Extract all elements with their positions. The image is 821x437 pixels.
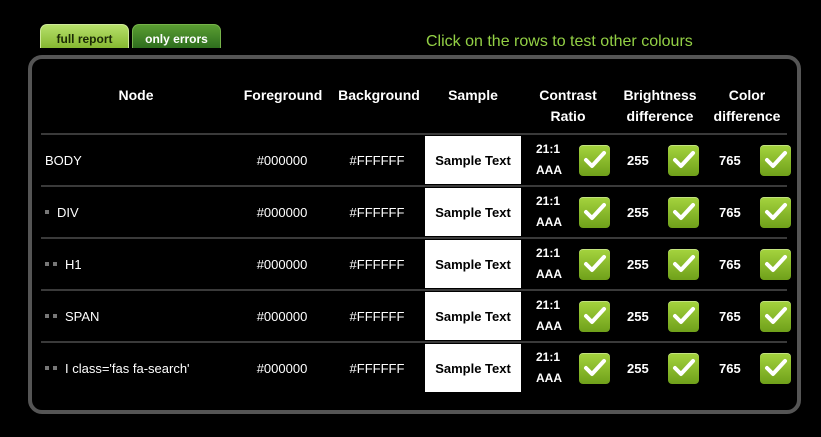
header-brightness-difference: Brightness difference	[623, 87, 697, 124]
node-cell: SPAN	[45, 291, 235, 341]
instruction-text: Click on the rows to test other colours	[426, 33, 693, 50]
color-difference-cell: 765	[709, 239, 791, 289]
table-row[interactable]: DIV #000000 #FFFFFF Sample Text 21:1 AAA 255 76…	[41, 187, 791, 237]
table-row[interactable]: SPAN #000000 #FFFFFF Sample Text 21:1 AAA 255 7…	[41, 291, 791, 341]
node-cell: I class='fas fa-search'	[45, 343, 235, 393]
contrast-ratio-value: 21:1	[536, 298, 561, 312]
node-cell: BODY	[45, 135, 235, 185]
checkmark-icon	[668, 144, 699, 176]
checkmark-icon	[760, 144, 791, 176]
results-table: Node Foreground Background Sample Contra…	[28, 55, 801, 414]
contrast-ratio-cell: 21:1 AAA	[526, 291, 610, 341]
background-value: #FFFFFF	[349, 308, 405, 324]
contrast-ratio-value: 21:1	[536, 246, 561, 260]
wcag-level: AAA	[536, 267, 562, 281]
checkmark-icon	[579, 352, 610, 384]
header-color-difference: Color difference	[713, 87, 781, 124]
color-difference-cell: 765	[709, 291, 791, 341]
checkmark-icon	[579, 300, 610, 332]
header-foreground: Foreground	[243, 87, 323, 103]
contrast-ratio-cell: 21:1 AAA	[526, 135, 610, 185]
table-row[interactable]: I class='fas fa-search' #000000 #FFFFFF Sam…	[41, 343, 791, 393]
checkmark-icon	[668, 300, 699, 332]
color-difference-value: 765	[719, 256, 741, 272]
node-name: SPAN	[65, 308, 100, 324]
background-value: #FFFFFF	[349, 360, 405, 376]
table-row[interactable]: BODY #000000 #FFFFFF Sample Text 21:1 AAA 255 7…	[41, 135, 791, 185]
color-difference-cell: 765	[709, 187, 791, 237]
brightness-value: 255	[627, 152, 649, 168]
checkmark-icon	[760, 300, 791, 332]
contrast-ratio-cell: 21:1 AAA	[526, 187, 610, 237]
brightness-cell: 255	[617, 343, 699, 393]
color-difference-value: 765	[719, 204, 741, 220]
wcag-level: AAA	[536, 215, 562, 229]
indent-marker	[53, 366, 57, 370]
node-name: DIV	[57, 204, 79, 220]
header-node: Node	[118, 87, 154, 103]
checkmark-icon	[668, 352, 699, 384]
wcag-level: AAA	[536, 371, 562, 385]
header-contrast-ratio: Contrast Ratio	[539, 87, 597, 124]
brightness-cell: 255	[617, 135, 699, 185]
node-name: H1	[65, 256, 82, 272]
table-row[interactable]: H1 #000000 #FFFFFF Sample Text 21:1 AAA 255 765	[41, 239, 791, 289]
brightness-value: 255	[627, 308, 649, 324]
contrast-ratio-value: 21:1	[536, 350, 561, 364]
background-value: #FFFFFF	[349, 152, 405, 168]
sample-text: Sample Text	[425, 292, 521, 340]
color-difference-cell: 765	[709, 343, 791, 393]
brightness-value: 255	[627, 204, 649, 220]
indent-marker	[53, 314, 57, 318]
wcag-level: AAA	[536, 163, 562, 177]
foreground-value: #000000	[256, 308, 308, 324]
sample-text: Sample Text	[425, 188, 521, 236]
checkmark-icon	[579, 196, 610, 228]
indent-marker	[45, 314, 49, 318]
node-cell: H1	[45, 239, 235, 289]
foreground-value: #000000	[256, 256, 308, 272]
color-difference-value: 765	[719, 152, 741, 168]
indent-marker	[53, 262, 57, 266]
sample-text: Sample Text	[425, 136, 521, 184]
checkmark-icon	[668, 248, 699, 280]
brightness-cell: 255	[617, 187, 699, 237]
brightness-cell: 255	[617, 239, 699, 289]
brightness-cell: 255	[617, 291, 699, 341]
header-sample: Sample	[448, 87, 498, 103]
indent-marker	[45, 262, 49, 266]
color-difference-cell: 765	[709, 135, 791, 185]
checkmark-icon	[760, 352, 791, 384]
sample-text: Sample Text	[425, 240, 521, 288]
sample-text: Sample Text	[425, 344, 521, 392]
foreground-value: #000000	[256, 360, 308, 376]
contrast-ratio-cell: 21:1 AAA	[526, 343, 610, 393]
indent-marker	[45, 366, 49, 370]
background-value: #FFFFFF	[349, 204, 405, 220]
node-cell: DIV	[45, 187, 235, 237]
checkmark-icon	[760, 248, 791, 280]
tab-only-errors[interactable]: only errors	[132, 24, 221, 48]
checkmark-icon	[760, 196, 791, 228]
indent-marker	[45, 210, 49, 214]
header-background: Background	[338, 87, 420, 103]
checkmark-icon	[668, 196, 699, 228]
background-value: #FFFFFF	[349, 256, 405, 272]
foreground-value: #000000	[256, 152, 308, 168]
tab-full-report[interactable]: full report	[40, 24, 129, 48]
brightness-value: 255	[627, 360, 649, 376]
node-name: BODY	[45, 152, 82, 168]
checkmark-icon	[579, 248, 610, 280]
contrast-ratio-cell: 21:1 AAA	[526, 239, 610, 289]
color-difference-value: 765	[719, 360, 741, 376]
checkmark-icon	[579, 144, 610, 176]
brightness-value: 255	[627, 256, 649, 272]
color-difference-value: 765	[719, 308, 741, 324]
foreground-value: #000000	[256, 204, 308, 220]
contrast-ratio-value: 21:1	[536, 194, 561, 208]
node-name: I class='fas fa-search'	[65, 360, 190, 376]
wcag-level: AAA	[536, 319, 562, 333]
contrast-ratio-value: 21:1	[536, 142, 561, 156]
